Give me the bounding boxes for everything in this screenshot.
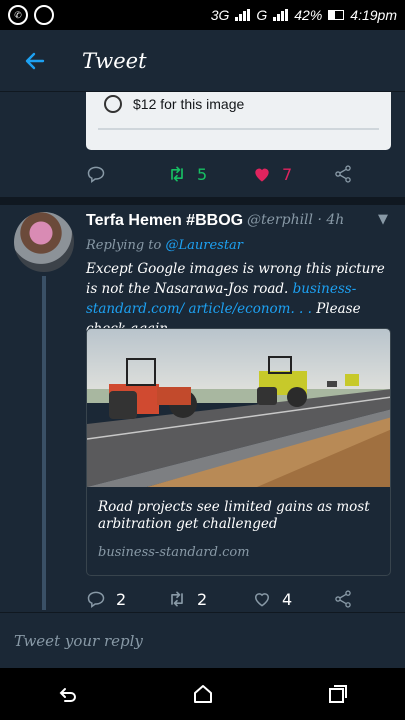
top-app-bar: Tweet [0,30,405,92]
card-title: Road projects see limited gains as most … [98,499,370,532]
opera-icon [34,5,54,25]
retweet-button[interactable]: 2 [167,589,207,609]
poll-divider [98,128,379,130]
battery-percent: 42% [294,7,323,23]
user-handle-time[interactable]: @terphill · 4h [247,212,344,228]
thread-line [42,276,46,610]
poll-option-label: $12 for this image [133,96,245,112]
like-count: 4 [282,589,293,609]
reply-button[interactable] [86,164,106,184]
tweet-text: Except Google images is wrong this pictu… [86,259,392,339]
retweet-button[interactable]: 5 [167,164,207,184]
reply-composer[interactable]: Tweet your reply [0,612,405,668]
back-button[interactable] [0,49,70,73]
retweet-count: 5 [197,164,208,184]
back-nav-icon[interactable] [56,682,80,706]
like-button[interactable]: 4 [252,589,292,609]
share-button[interactable] [333,589,353,609]
retweet-icon [171,591,183,607]
share-button[interactable] [333,164,353,184]
signal-icon [235,9,251,21]
tweet-divider [0,197,405,205]
whatsapp-icon: ✆ [8,5,28,25]
arrow-left-icon [25,52,45,69]
reply-button[interactable]: 2 [86,589,126,609]
reply-input[interactable]: Tweet your reply [14,632,143,650]
system-nav-bar [0,668,405,720]
heart-filled-icon [255,168,269,182]
replying-to: Replying to @Laurestar [86,238,243,253]
tweet-time: · 4h [317,212,345,228]
road-construction-image [87,329,390,487]
card-domain: business-standard.com [98,545,250,560]
network-type: 3G [210,7,230,23]
like-count: 7 [282,164,293,184]
home-nav-icon[interactable] [191,682,215,706]
status-bar: ✆ 3G G 42% 4:19pm [0,0,405,30]
link-preview-card[interactable]: Road projects see limited gains as most … [86,328,391,576]
poll-card: $12 for this image [86,92,391,150]
avatar[interactable] [14,212,74,272]
heart-outline-icon [254,593,270,607]
signal-icon-2 [273,9,289,21]
retweet-count: 2 [197,589,208,609]
battery-icon [328,10,345,20]
user-handle: @terphill [247,212,314,228]
reply-icon [87,591,105,608]
clock: 4:19pm [350,7,397,23]
replying-prefix: Replying to [86,238,166,253]
reply-icon [87,166,105,183]
like-button[interactable]: 7 [252,164,292,184]
chevron-down-icon[interactable]: ▼ [378,212,388,227]
reply-mention-link[interactable]: @Laurestar [165,238,243,253]
poll-radio[interactable] [104,95,122,113]
share-icon [335,590,351,608]
retweet-icon [171,166,183,182]
recents-nav-icon[interactable] [326,682,350,706]
reply-count: 2 [116,589,127,609]
page-title: Tweet [82,48,147,73]
user-display-name[interactable]: Terfa Hemen #BBOG [86,212,243,230]
share-icon [335,165,351,183]
carrier-indicator: G [256,7,268,23]
